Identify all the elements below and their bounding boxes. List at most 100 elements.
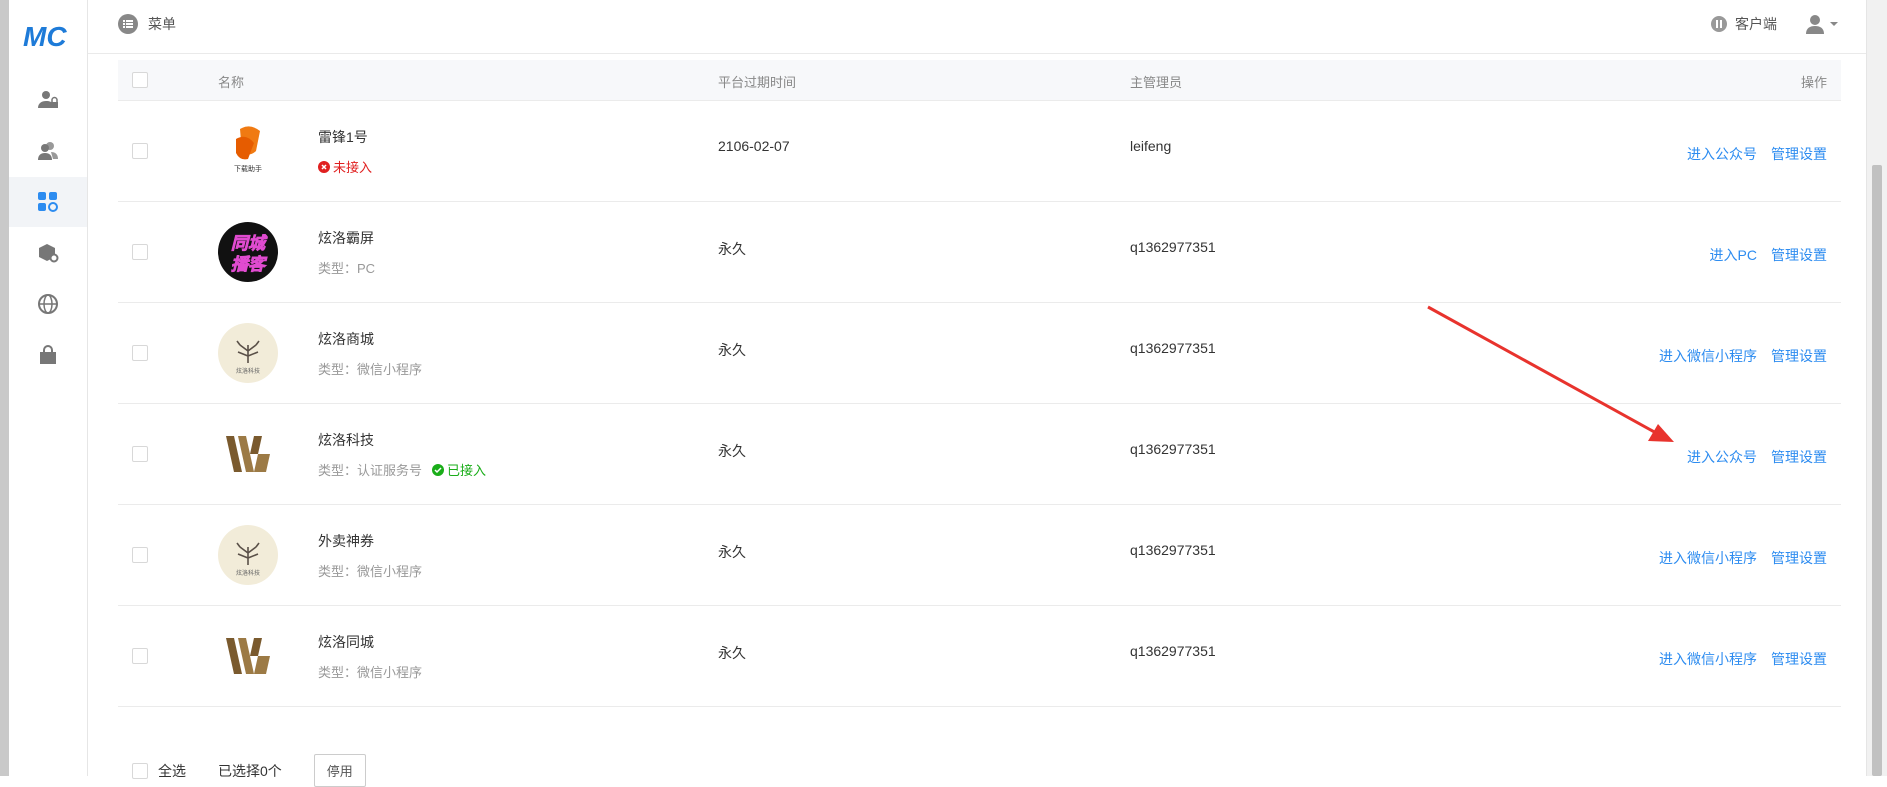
- globe-icon: [38, 294, 58, 314]
- column-ops: 操作: [1800, 75, 1827, 90]
- admin-name: leifeng: [1130, 138, 1172, 154]
- account-name: 外卖神券: [318, 533, 374, 549]
- batch-actions: 全选 已选择0个 停用: [118, 754, 366, 787]
- sidebar-item-user-lock[interactable]: [9, 75, 87, 125]
- enter-link[interactable]: 进入微信小程序: [1659, 548, 1757, 568]
- row-checkbox[interactable]: [132, 345, 148, 361]
- client-icon: [1711, 16, 1727, 32]
- table-row: 炫洛同城 类型：微信小程序 永久 q1362977351 进入微信小程序 管理设…: [118, 606, 1841, 707]
- manage-link[interactable]: 管理设置: [1771, 447, 1827, 467]
- tongcheng-logo-icon: 同城 播客: [218, 222, 278, 282]
- status-label: 未接入: [333, 160, 373, 175]
- enter-link[interactable]: 进入公众号: [1687, 144, 1757, 164]
- row-checkbox[interactable]: [132, 547, 148, 563]
- account-subline: 未接入: [318, 157, 372, 176]
- list-icon: [118, 14, 138, 34]
- row-actions: 进入公众号 管理设置: [1687, 447, 1827, 467]
- expire-date: 永久: [718, 443, 746, 459]
- column-admin: 主管理员: [1130, 75, 1183, 90]
- manage-link[interactable]: 管理设置: [1771, 245, 1827, 265]
- account-type: 类型：微信小程序: [318, 561, 422, 580]
- type-label: 类型：微信小程序: [318, 665, 423, 680]
- enter-link[interactable]: 进入微信小程序: [1659, 649, 1757, 669]
- expire-date: 永久: [718, 645, 746, 661]
- table-row: 炫洛科技 类型：认证服务号 已接入 永久 q1362977351 进入公众号 管…: [118, 404, 1841, 505]
- row-actions: 进入微信小程序 管理设置: [1659, 346, 1827, 366]
- client-button[interactable]: 客户端: [1711, 14, 1777, 34]
- header-checkbox[interactable]: [132, 72, 148, 88]
- expire-date: 2106-02-07: [718, 138, 790, 154]
- admin-name: q1362977351: [1130, 643, 1216, 659]
- tree-logo-icon: 炫洛科技: [218, 525, 278, 585]
- sidebar-item-apps[interactable]: [9, 177, 87, 227]
- account-name: 炫洛商城: [318, 331, 374, 347]
- row-checkbox[interactable]: [132, 648, 148, 664]
- table-row: 同城 播客 炫洛霸屏 类型：PC 永久 q1362977351 进入PC 管理设…: [118, 202, 1841, 303]
- sidebar-item-modules[interactable]: [9, 228, 87, 278]
- xl-logo-icon: [226, 638, 270, 674]
- account-type: 类型：微信小程序: [318, 359, 422, 378]
- leifeng-logo-icon: 下载助手: [234, 126, 262, 173]
- table-header: 名称 平台过期时间 主管理员 操作: [118, 60, 1841, 101]
- sidebar-item-web[interactable]: [9, 279, 87, 329]
- select-all-checkbox[interactable]: [132, 762, 148, 779]
- vertical-scrollbar[interactable]: [1866, 0, 1887, 776]
- select-all-label[interactable]: 全选: [158, 761, 186, 781]
- manage-link[interactable]: 管理设置: [1771, 548, 1827, 568]
- sidebar-item-store[interactable]: [9, 330, 87, 380]
- caret-down-icon: [1830, 22, 1838, 26]
- type-label: 类型：认证服务号: [318, 463, 423, 478]
- svg-text:炫洛科技: 炫洛科技: [236, 367, 260, 375]
- account-table: 名称 平台过期时间 主管理员 操作 下载助手 雷锋1号 未接入 2106-02-…: [118, 60, 1841, 707]
- manage-link[interactable]: 管理设置: [1771, 144, 1827, 164]
- bag-icon: [40, 345, 56, 364]
- user-menu[interactable]: [1805, 14, 1839, 34]
- scrollbar-thumb[interactable]: [1872, 165, 1882, 776]
- row-checkbox[interactable]: [132, 446, 148, 462]
- account-type: 类型：认证服务号 已接入: [318, 460, 486, 479]
- svg-text:炫洛科技: 炫洛科技: [236, 569, 260, 577]
- row-actions: 进入PC 管理设置: [1710, 245, 1827, 265]
- enter-link[interactable]: 进入微信小程序: [1659, 346, 1757, 366]
- box-gear-icon: [39, 244, 59, 263]
- type-label: 类型：微信小程序: [318, 362, 423, 377]
- account-name: 雷锋1号: [318, 129, 368, 145]
- user-lock-icon: [38, 91, 58, 108]
- client-label: 客户端: [1735, 16, 1777, 32]
- menu-button[interactable]: 菜单: [118, 14, 176, 34]
- enter-link[interactable]: 进入PC: [1710, 245, 1757, 265]
- row-checkbox[interactable]: [132, 244, 148, 260]
- svg-text:同城: 同城: [231, 234, 268, 254]
- sidebar-item-users[interactable]: [9, 126, 87, 176]
- account-name: 炫洛霸屏: [318, 230, 374, 246]
- manage-link[interactable]: 管理设置: [1771, 346, 1827, 366]
- manage-link[interactable]: 管理设置: [1771, 649, 1827, 669]
- tree-logo-icon: 炫洛科技: [218, 323, 278, 383]
- admin-name: q1362977351: [1130, 441, 1216, 457]
- row-checkbox[interactable]: [132, 143, 148, 159]
- expire-date: 永久: [718, 544, 746, 560]
- type-label: 类型：微信小程序: [318, 564, 423, 579]
- row-actions: 进入微信小程序 管理设置: [1659, 548, 1827, 568]
- svg-text:MC: MC: [23, 21, 67, 52]
- xl-logo-icon: [226, 436, 270, 472]
- check-circle-icon: [432, 463, 445, 476]
- account-type: 类型：微信小程序: [318, 662, 422, 681]
- user-avatar-icon: [1806, 15, 1824, 34]
- enter-link[interactable]: 进入公众号: [1687, 447, 1757, 467]
- svg-text:播客: 播客: [231, 255, 268, 275]
- column-name: 名称: [218, 75, 245, 90]
- sidebar: MC: [9, 0, 88, 776]
- row-actions: 进入微信小程序 管理设置: [1659, 649, 1827, 669]
- top-bar: 菜单 客户端: [88, 0, 1867, 54]
- disable-button[interactable]: 停用: [313, 754, 366, 787]
- window-edge: [0, 0, 9, 776]
- expire-date: 永久: [718, 342, 746, 358]
- admin-name: q1362977351: [1130, 239, 1216, 255]
- mc-logo-icon[interactable]: MC: [23, 18, 75, 54]
- svg-text:下载助手: 下载助手: [234, 164, 262, 173]
- menu-label: 菜单: [148, 16, 176, 32]
- admin-name: q1362977351: [1130, 542, 1216, 558]
- account-name: 炫洛同城: [318, 634, 374, 650]
- table-row: 炫洛科技 外卖神券 类型：微信小程序 永久 q1362977351 进入微信小程…: [118, 505, 1841, 606]
